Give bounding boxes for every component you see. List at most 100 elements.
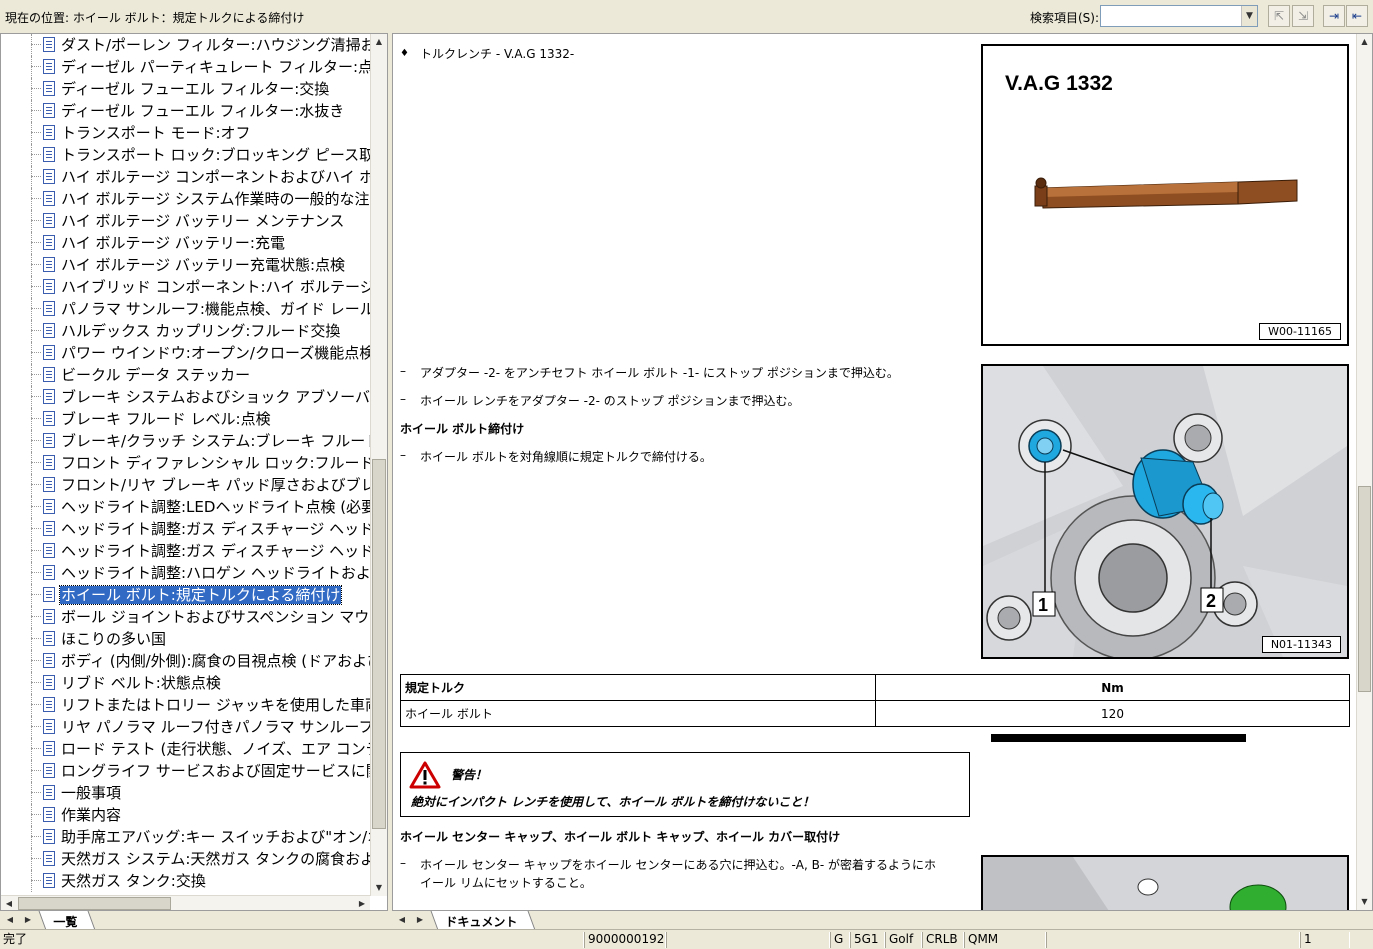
tree-item[interactable]: ブレーキ/クラッチ システム:ブレーキ フルード交換 [1,430,370,452]
search-combo-box[interactable]: ▼ [1100,5,1258,27]
tree-connector [31,56,32,78]
tree-item[interactable]: ボール ジョイントおよびサスペンション マウント:目視 [1,606,370,628]
tree-item-label: トランスポート モード:オフ [61,124,251,142]
tree-vertical-scrollbar[interactable]: ▲ ▼ [370,34,387,896]
expand-tree-icon[interactable]: ⇥ [1323,5,1345,27]
tree-connector [31,518,32,540]
tree-item[interactable]: ヘッドライト調整:LEDヘッドライト点検 (必要に応じ [1,496,370,518]
tree-connector [31,198,41,199]
tree-item[interactable]: ディーゼル フューエル フィルター:交換 [1,78,370,100]
tree-item[interactable]: 助手席エアバッグ:キー スイッチおよび"オン/オフ" [1,826,370,848]
tab-nav-first-icon[interactable]: ◀ [396,913,408,927]
warning-text: 絶対にインパクト レンチを使用して、ホイール ボルトを締付けないこと！ [411,795,815,809]
tab-document-label: ドキュメント [445,915,518,929]
table-header-row: 規定トルク Nm [400,674,1350,701]
tree-item[interactable]: ヘッドライト調整:ガス ディスチャージ ヘッドライト [1,540,370,562]
chevron-down-icon[interactable]: ▼ [1241,6,1257,26]
document-icon [43,543,55,558]
tree-hscroll-thumb[interactable] [18,897,171,910]
tree-item-label: 天然ガス タンク:交換 [61,872,206,890]
tree-item[interactable]: ほこりの多い国 [1,628,370,650]
status-bar: 完了 9000000192 G 5G1 Golf CRLB QMM 1 [0,929,1373,949]
tree-item[interactable]: ハルデックス カップリング:フルード交換 [1,320,370,342]
tree-item[interactable]: ハイ ボルテージ システム作業時の一般的な注意 [1,188,370,210]
tree-scroll-thumb[interactable] [372,459,386,829]
tree-item[interactable]: ヘッドライト調整:ガス ディスチャージ ヘッドライト [1,518,370,540]
tree-item[interactable]: 作業内容 [1,804,370,826]
tree-item[interactable]: トランスポート モード:オフ [1,122,370,144]
scroll-up-icon[interactable]: ▲ [1357,34,1372,50]
tree-item-label: ブレーキ/クラッチ システム:ブレーキ フルード交換 [61,432,370,450]
document-scroll-thumb[interactable] [1358,486,1371,692]
tree-item[interactable]: ボディ (内側/外側):腐食の目視点検 (ドアおよび [1,650,370,672]
tree-pane: ダスト/ポーレン フィルター:ハウジング清掃およびフディーゼル パーティキュレー… [0,33,388,911]
status-blank [1046,932,1300,948]
tree-item[interactable]: パワー ウインドウ:オープン/クローズ機能点検 [1,342,370,364]
tree-connector [31,848,32,870]
scroll-down-icon[interactable]: ▼ [371,880,387,896]
tab-document[interactable]: ドキュメント [430,911,536,930]
scroll-right-icon[interactable]: ▶ [354,896,370,910]
collapse-tree-icon[interactable]: ⇤ [1346,5,1368,27]
scroll-left-icon[interactable]: ◀ [1,896,17,910]
tree-item[interactable]: ディーゼル パーティキュレート フィルター:点検 [1,56,370,78]
tree-connector [31,452,32,474]
dash-marker: – [400,448,406,462]
tree-connector [31,320,32,342]
tab-list[interactable]: 一覧 [38,911,96,930]
tree-connector [31,672,32,694]
document-pane: ♦ トルクレンチ - V.A.G 1332- V.A.G 1332 W00-11… [392,33,1373,911]
tree-item[interactable]: 一般事項 [1,782,370,804]
document-icon [43,103,55,118]
document-icon [43,521,55,536]
scroll-up-icon[interactable]: ▲ [371,34,387,50]
tab-nav-last-icon[interactable]: ▶ [414,913,426,927]
tree-item[interactable]: ハイ ボルテージ バッテリー充電状態:点検 [1,254,370,276]
document-icon [43,675,55,690]
tab-list-label: 一覧 [53,915,78,929]
tree-item[interactable]: ビークル データ ステッカー [1,364,370,386]
tree-item[interactable]: ハイブリッド コンポーネント:ハイ ボルテージ コンポ [1,276,370,298]
tree-item[interactable]: 天然ガス タンク:交換 [1,870,370,892]
tree-item[interactable]: 天然ガス システム:天然ガス タンクの腐食および [1,848,370,870]
status-page: 1 [1300,932,1350,948]
search-prev-icon[interactable]: ⇱ [1268,5,1290,27]
tree-item[interactable]: ロード テスト (走行状態、ノイズ、エア コンディショ [1,738,370,760]
tab-nav-last-icon[interactable]: ▶ [22,913,34,927]
document-icon [43,631,55,646]
center-cap-figure [981,855,1349,910]
tree-item[interactable]: リフトまたはトロリー ジャッキを使用した車両リフト [1,694,370,716]
warning-box: 警告！ 絶対にインパクト レンチを使用して、ホイール ボルトを締付けないこと！ [400,752,970,817]
tree-item[interactable]: ヘッドライト調整:ハロゲン ヘッドライトおよびフォグ [1,562,370,584]
document-vertical-scrollbar[interactable]: ▲ ▼ [1356,34,1372,910]
tree-connector [31,254,32,276]
tree-connector [31,572,41,573]
tree-horizontal-scrollbar[interactable]: ◀ ▶ [1,895,370,910]
tree-item[interactable]: ディーゼル フューエル フィルター:水抜き [1,100,370,122]
tree-item[interactable]: ホイール ボルト:規定トルクによる締付け [1,584,370,606]
tree-item[interactable]: ハイ ボルテージ バッテリー メンテナンス [1,210,370,232]
tree-item-label: ロード テスト (走行状態、ノイズ、エア コンディショ [61,740,370,758]
tree-item-label: ホイール ボルト:規定トルクによる締付け [58,585,343,605]
tree-connector [31,166,32,188]
tree-item[interactable]: トランスポート ロック:ブロッキング ピース取外し [1,144,370,166]
tree-item-label: ヘッドライト調整:ハロゲン ヘッドライトおよびフォグ [61,564,370,582]
tree-item[interactable]: リブド ベルト:状態点検 [1,672,370,694]
step-adapter: アダプター -2- をアンチセフト ホイール ボルト -1- にストップ ポジシ… [420,366,899,380]
tree-item[interactable]: ハイ ボルテージ バッテリー:充電 [1,232,370,254]
tree-item[interactable]: ダスト/ポーレン フィルター:ハウジング清掃およびフ [1,34,370,56]
tree-item[interactable]: ハイ ボルテージ コンポーネントおよびハイ ボルテ [1,166,370,188]
tree-item[interactable]: ロングライフ サービスおよび固定サービスに関する [1,760,370,782]
scroll-down-icon[interactable]: ▼ [1357,894,1372,910]
document-icon [43,807,55,822]
tree-item[interactable]: フロント ディファレンシャル ロック:フルード交換 [1,452,370,474]
tree-item[interactable]: リヤ パノラマ ルーフ付きパノラマ サンルーフ:機能 [1,716,370,738]
tree-connector [31,496,32,518]
table-cell: ホイール ボルト [400,700,876,727]
tree-item[interactable]: ブレーキ フルード レベル:点検 [1,408,370,430]
tree-item[interactable]: フロント/リヤ ブレーキ パッド厚さおよびブレーキ ディ [1,474,370,496]
tree-item[interactable]: パノラマ サンルーフ:機能点検、ガイド レール清掃 [1,298,370,320]
tab-nav-first-icon[interactable]: ◀ [4,913,16,927]
tree-item[interactable]: ブレーキ システムおよびショック アブソーバー:リーク [1,386,370,408]
search-next-icon[interactable]: ⇲ [1292,5,1314,27]
